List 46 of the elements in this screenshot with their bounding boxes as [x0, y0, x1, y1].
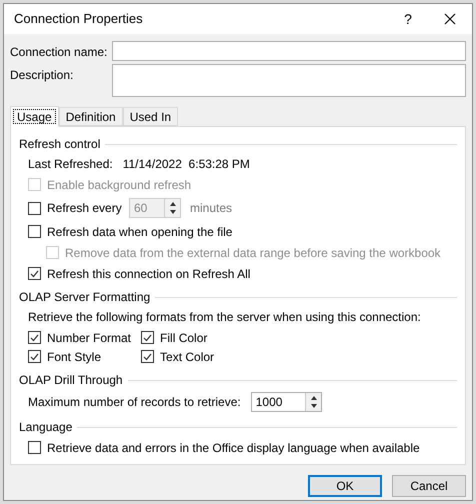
- checkbox-label: Remove data from the external data range before saving the workbook: [65, 244, 441, 262]
- description-text: Retrieve the following formats from the server when using this connection:: [28, 309, 422, 326]
- spin-arrows-icon[interactable]: [304, 393, 321, 411]
- checkbox-label: Refresh data when opening the file: [47, 224, 232, 240]
- checkbox[interactable]: [28, 350, 41, 363]
- section-heading: OLAP Drill Through: [19, 372, 123, 389]
- section-heading: Language: [19, 419, 72, 436]
- name-field[interactable]: [112, 41, 466, 61]
- checkbox[interactable]: [28, 331, 41, 344]
- checkbox-label: Refresh every: [47, 200, 123, 217]
- spin-field[interactable]: 1000: [250, 392, 322, 412]
- checkbox-label: Font Style: [47, 348, 102, 366]
- checkbox-label: Refresh this connection on Refresh All: [47, 266, 250, 282]
- checkbox-label: Retrieve data and errors in the Office display language when available: [47, 440, 420, 456]
- info-value: 11/14/2022 6:53:28 PM: [122, 156, 250, 173]
- tab[interactable]: Usage: [10, 106, 59, 127]
- tab[interactable]: Definition: [58, 107, 123, 126]
- checkbox[interactable]: [28, 225, 41, 238]
- checkmark-icon: [143, 334, 152, 342]
- checkbox-label: Enable background refresh: [47, 176, 192, 194]
- checkbox[interactable]: [28, 202, 41, 214]
- unit-label: minutes: [190, 200, 232, 217]
- field-label: Connection name:: [10, 44, 108, 61]
- checkbox-label: Text Color: [160, 348, 214, 366]
- checkmark-icon: [30, 334, 39, 342]
- dialog-button[interactable]: Cancel: [392, 475, 466, 497]
- checkbox-label: Fill Color: [160, 330, 208, 346]
- section-heading: OLAP Server Formatting: [19, 289, 150, 306]
- tab[interactable]: Used In: [122, 107, 178, 126]
- window-title: Connection Properties: [14, 10, 144, 28]
- checkmark-icon: [143, 352, 152, 360]
- checkbox-label: Number Format: [47, 330, 132, 346]
- checkmark-icon: [30, 270, 39, 278]
- checkbox[interactable]: [141, 350, 154, 363]
- info-label: Last Refreshed:: [28, 156, 113, 173]
- checkbox[interactable]: [28, 267, 41, 280]
- help-button[interactable]: ?: [388, 4, 428, 34]
- description-field[interactable]: [112, 64, 466, 97]
- field-label: Description:: [10, 67, 74, 84]
- dialog-button[interactable]: OK: [308, 475, 382, 497]
- section-heading: Refresh control: [19, 136, 100, 153]
- field-label: Maximum number of records to retrieve:: [28, 394, 241, 411]
- checkmark-icon: [30, 352, 39, 360]
- close-icon: [444, 13, 456, 25]
- checkbox[interactable]: [141, 331, 154, 344]
- checkbox[interactable]: [28, 441, 41, 454]
